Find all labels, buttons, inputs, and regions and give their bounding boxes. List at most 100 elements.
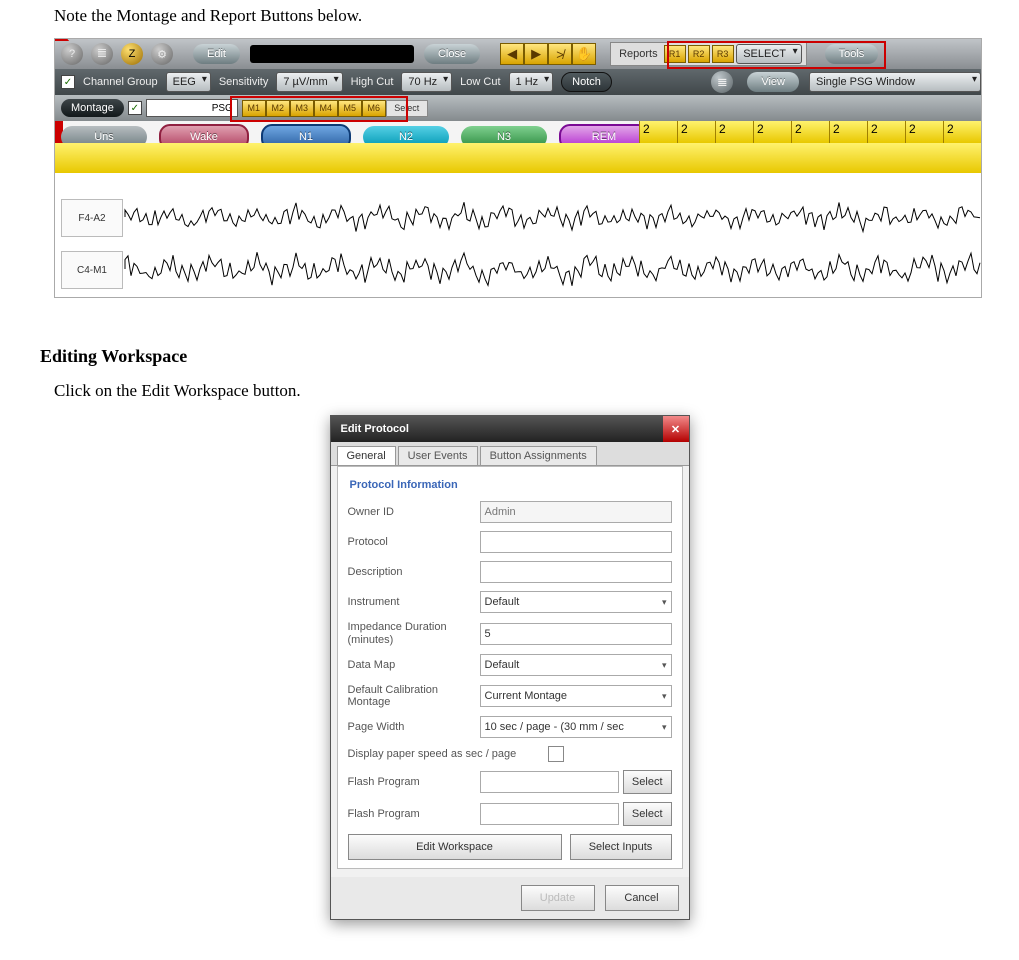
high-cut-select[interactable]: 70 Hz: [401, 72, 452, 92]
epoch-cell[interactable]: 2: [753, 121, 791, 143]
prev-icon[interactable]: ◀: [500, 43, 524, 65]
paper-speed-label: Display paper speed as sec / page: [348, 748, 548, 760]
section-label: Protocol Information: [350, 479, 672, 491]
flash-program-1-field[interactable]: [480, 771, 619, 793]
split-icon[interactable]: ≯: [548, 43, 572, 65]
channel-group-label: Channel Group: [83, 76, 158, 88]
montage-m3[interactable]: M3: [290, 100, 314, 117]
select-inputs-button[interactable]: Select Inputs: [570, 834, 672, 860]
montage-checkbox[interactable]: ✓: [128, 101, 142, 115]
epoch-cell[interactable]: 2: [829, 121, 867, 143]
low-cut-select[interactable]: 1 Hz: [509, 72, 554, 92]
heading-editing-workspace: Editing Workspace: [40, 346, 979, 367]
edit-workspace-button[interactable]: Edit Workspace: [348, 834, 562, 860]
flash-program-1-label: Flash Program: [348, 776, 480, 788]
montage-select[interactable]: Select: [386, 100, 428, 117]
flash-program-2-field[interactable]: [480, 803, 619, 825]
montage-field[interactable]: PSG: [146, 99, 238, 117]
montage-m5[interactable]: M5: [338, 100, 362, 117]
view-button[interactable]: View: [747, 72, 799, 92]
close-button[interactable]: Close: [424, 44, 480, 64]
montage-m4[interactable]: M4: [314, 100, 338, 117]
misc-icon[interactable]: ⚙: [151, 43, 173, 65]
top-bar: ? 𝍤 Z ⚙ Edit Close ◀ ▶ ≯ ✋ Reports R1 R2…: [55, 39, 981, 69]
dialog-title: Edit Protocol: [341, 423, 409, 435]
paper-speed-checkbox[interactable]: [548, 746, 564, 762]
montage-label: Montage: [61, 99, 124, 117]
report-r2[interactable]: R2: [688, 45, 710, 63]
dialog-tabs: General User Events Button Assignments: [331, 442, 689, 466]
impedance-label: Impedance Duration (minutes): [348, 621, 480, 646]
montage-bar: Montage ✓ PSG M1 M2 M3 M4 M5 M6 Select: [55, 95, 981, 121]
pulse-icon[interactable]: 𝍤: [91, 43, 113, 65]
cal-montage-label: Default Calibration Montage: [348, 684, 480, 708]
edit-button[interactable]: Edit: [193, 44, 240, 64]
instrument-select[interactable]: Default: [480, 591, 672, 613]
tools-button[interactable]: Tools: [825, 44, 879, 64]
screenshot-toolbar: ? 𝍤 Z ⚙ Edit Close ◀ ▶ ≯ ✋ Reports R1 R2…: [54, 38, 982, 298]
cancel-button[interactable]: Cancel: [605, 885, 679, 911]
eeg-area: F4-A2 C4-M1: [55, 173, 981, 297]
flash-program-2-select[interactable]: Select: [623, 802, 672, 826]
dialog-titlebar: Edit Protocol ✕: [331, 416, 689, 442]
flash-program-2-label: Flash Program: [348, 808, 480, 820]
epoch-cell[interactable]: 2: [943, 121, 981, 143]
intro-text: Note the Montage and Report Buttons belo…: [54, 6, 979, 26]
sensitivity-label: Sensitivity: [219, 76, 269, 88]
nav-pad[interactable]: ◀ ▶ ≯ ✋: [500, 43, 596, 65]
dialog-footer: Update Cancel: [331, 877, 689, 919]
tab-button-assignments[interactable]: Button Assignments: [480, 446, 597, 465]
notch-button[interactable]: Notch: [561, 72, 612, 92]
dialog-panel: Protocol Information Owner ID Admin Prot…: [337, 466, 683, 869]
montage-m1[interactable]: M1: [242, 100, 266, 117]
page-width-label: Page Width: [348, 721, 480, 733]
filter-bar: ✓ Channel Group EEG Sensitivity 7 µV/mm …: [55, 69, 981, 95]
hand-icon[interactable]: ✋: [572, 43, 596, 65]
low-cut-label: Low Cut: [460, 76, 500, 88]
z-icon[interactable]: Z: [121, 43, 143, 65]
channel-group-select[interactable]: EEG: [166, 72, 211, 92]
high-cut-label: High Cut: [351, 76, 394, 88]
instrument-label: Instrument: [348, 596, 480, 608]
description-field[interactable]: [480, 561, 672, 583]
cal-montage-select[interactable]: Current Montage: [480, 685, 672, 707]
grid-icon[interactable]: 𝌆: [711, 71, 733, 93]
next-icon[interactable]: ▶: [524, 43, 548, 65]
name-field[interactable]: [250, 45, 414, 63]
epoch-cell[interactable]: 2: [639, 121, 677, 143]
edit-protocol-dialog: Edit Protocol ✕ General User Events Butt…: [330, 415, 690, 920]
page-width-select[interactable]: 10 sec / page - (30 mm / sec: [480, 716, 672, 738]
body-editing-workspace: Click on the Edit Workspace button.: [54, 381, 979, 401]
report-r3[interactable]: R3: [712, 45, 734, 63]
close-icon[interactable]: ✕: [663, 416, 689, 442]
data-map-label: Data Map: [348, 659, 480, 671]
reports-group: Reports R1 R2 R3 SELECT: [610, 42, 807, 66]
epoch-strip: 222222222: [639, 121, 981, 143]
montage-m2[interactable]: M2: [266, 100, 290, 117]
view-select[interactable]: Single PSG Window: [809, 72, 981, 92]
description-label: Description: [348, 566, 480, 578]
reports-label: Reports: [613, 48, 664, 60]
epoch-cell[interactable]: 2: [677, 121, 715, 143]
tab-user-events[interactable]: User Events: [398, 446, 478, 465]
channel-group-checkbox[interactable]: ✓: [61, 75, 75, 89]
protocol-label: Protocol: [348, 536, 480, 548]
data-map-select[interactable]: Default: [480, 654, 672, 676]
epoch-cell[interactable]: 2: [715, 121, 753, 143]
montage-m6[interactable]: M6: [362, 100, 386, 117]
tab-general[interactable]: General: [337, 446, 396, 465]
help-icon[interactable]: ?: [61, 43, 83, 65]
sensitivity-select[interactable]: 7 µV/mm: [276, 72, 342, 92]
epoch-cell[interactable]: 2: [791, 121, 829, 143]
protocol-field[interactable]: [480, 531, 672, 553]
owner-id-label: Owner ID: [348, 506, 480, 518]
impedance-field[interactable]: 5: [480, 623, 672, 645]
epoch-cell[interactable]: 2: [905, 121, 943, 143]
montage-presets: M1 M2 M3 M4 M5 M6 Select: [242, 100, 428, 117]
owner-id-field: Admin: [480, 501, 672, 523]
flash-program-1-select[interactable]: Select: [623, 770, 672, 794]
report-select[interactable]: SELECT: [736, 44, 802, 64]
epoch-cell[interactable]: 2: [867, 121, 905, 143]
report-r1[interactable]: R1: [664, 45, 686, 63]
update-button[interactable]: Update: [521, 885, 595, 911]
